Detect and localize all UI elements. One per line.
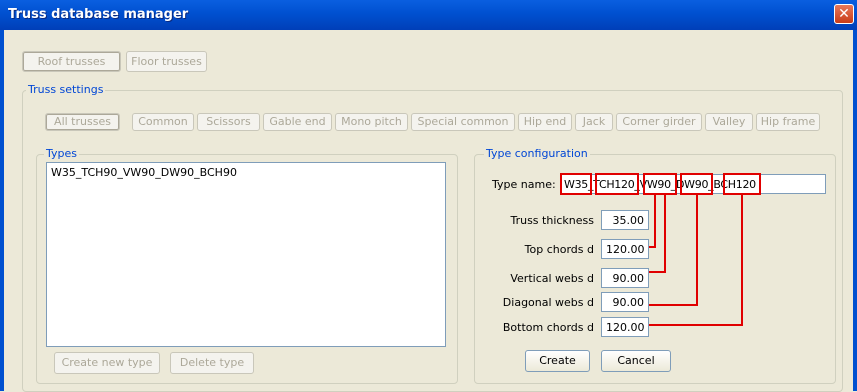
- annotation-line-tch-h: [649, 246, 656, 248]
- top-chords-input[interactable]: 120.00: [601, 239, 649, 259]
- create-button[interactable]: Create: [525, 350, 590, 372]
- filter-valley[interactable]: Valley: [705, 113, 753, 131]
- types-list-item[interactable]: W35_TCH90_VW90_DW90_BCH90: [51, 166, 441, 179]
- create-new-type-button[interactable]: Create new type: [54, 352, 160, 374]
- close-icon: ✕: [838, 6, 850, 22]
- filter-scissors[interactable]: Scissors: [197, 113, 260, 131]
- filter-gable-end[interactable]: Gable end: [263, 113, 332, 131]
- truss-thickness-label: Truss thickness: [510, 214, 594, 227]
- annotation-line-dw-h: [649, 304, 698, 306]
- annotation-box-tch120: [595, 173, 639, 195]
- annotation-box-dw90: [680, 173, 713, 195]
- types-list[interactable]: W35_TCH90_VW90_DW90_BCH90: [46, 162, 446, 347]
- top-chords-label: Top chords d: [524, 243, 594, 256]
- annotation-line-dw: [696, 195, 698, 306]
- window-title: Truss database manager: [8, 7, 189, 22]
- close-button[interactable]: ✕: [834, 4, 854, 24]
- types-legend: Types: [44, 147, 79, 160]
- truss-settings-legend: Truss settings: [26, 83, 106, 96]
- type-config-legend: Type configuration: [484, 147, 590, 160]
- filter-common[interactable]: Common: [132, 113, 194, 131]
- dialog-body: Roof trusses Floor trusses Truss setting…: [0, 30, 857, 392]
- vertical-webs-input[interactable]: 90.00: [601, 268, 649, 288]
- annotation-box-vw90: [643, 173, 677, 195]
- annotation-line-vw-h: [649, 271, 666, 273]
- filter-hip-end[interactable]: Hip end: [518, 113, 572, 131]
- annotation-line-tch: [654, 195, 656, 248]
- cancel-button[interactable]: Cancel: [601, 350, 671, 372]
- filter-hip-frame[interactable]: Hip frame: [756, 113, 820, 131]
- title-bar: Truss database manager ✕: [0, 0, 857, 30]
- annotation-line-bch-h: [649, 324, 743, 326]
- filter-special-common[interactable]: Special common: [411, 113, 515, 131]
- filter-all-trusses[interactable]: All trusses: [45, 113, 120, 131]
- type-name-label: Type name:: [492, 178, 556, 191]
- bottom-chords-input[interactable]: 120.00: [601, 317, 649, 337]
- annotation-box-bch120: [723, 173, 761, 195]
- truss-thickness-input[interactable]: 35.00: [601, 210, 649, 230]
- floor-trusses-button[interactable]: Floor trusses: [126, 51, 207, 72]
- annotation-box-w35: [560, 173, 592, 195]
- filter-jack[interactable]: Jack: [575, 113, 613, 131]
- roof-trusses-button[interactable]: Roof trusses: [22, 51, 121, 72]
- filter-mono-pitch[interactable]: Mono pitch: [335, 113, 408, 131]
- annotation-line-bch: [741, 195, 743, 326]
- diagonal-webs-label: Diagonal webs d: [502, 296, 594, 309]
- delete-type-button[interactable]: Delete type: [170, 352, 254, 374]
- diagonal-webs-input[interactable]: 90.00: [601, 292, 649, 312]
- filter-corner-girder[interactable]: Corner girder: [616, 113, 702, 131]
- annotation-line-vw: [664, 195, 666, 273]
- vertical-webs-label: Vertical webs d: [510, 272, 594, 285]
- bottom-chords-label: Bottom chords d: [502, 321, 594, 334]
